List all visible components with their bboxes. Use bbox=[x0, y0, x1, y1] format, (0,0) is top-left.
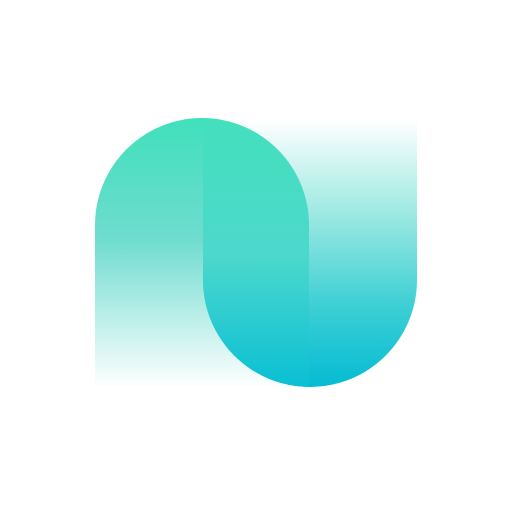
app-icon-canvas bbox=[0, 0, 512, 512]
app-logo-icon bbox=[95, 118, 417, 388]
